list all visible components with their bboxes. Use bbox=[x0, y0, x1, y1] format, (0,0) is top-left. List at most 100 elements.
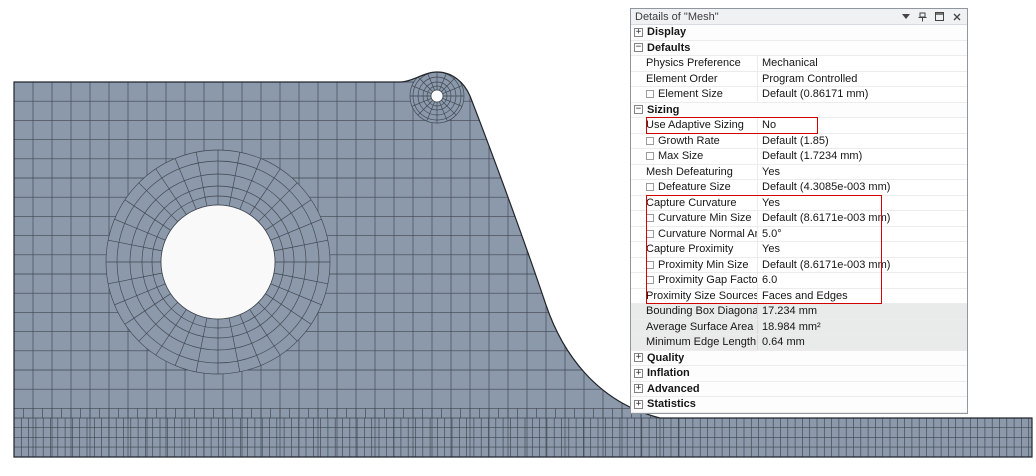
prop-label-text: Average Surface Area bbox=[646, 320, 754, 333]
prop-label-text: Element Order bbox=[646, 72, 718, 85]
section-quality[interactable]: + Quality bbox=[631, 350, 967, 366]
prop-capture-curvature[interactable]: Capture Curvature Yes bbox=[631, 195, 967, 211]
prop-minimum-edge-length[interactable]: Minimum Edge Length 0.64 mm bbox=[631, 335, 967, 351]
expand-icon[interactable]: + bbox=[634, 399, 643, 409]
section-label: Inflation bbox=[647, 367, 690, 380]
expand-icon[interactable]: + bbox=[634, 384, 643, 394]
section-label: Quality bbox=[647, 351, 685, 364]
details-panel: Details of "Mesh" + Display − Defaults P… bbox=[630, 8, 968, 414]
titlebar-icons bbox=[900, 11, 963, 22]
prop-label: Use Adaptive Sizing bbox=[646, 118, 757, 133]
prop-label: Max Size bbox=[646, 149, 757, 164]
prop-proximity-gap-factor[interactable]: Proximity Gap Factor 6.0 bbox=[631, 273, 967, 289]
prop-value[interactable]: Default (4.3085e-003 mm) bbox=[757, 180, 967, 195]
collapse-icon[interactable]: − bbox=[634, 105, 643, 115]
row-gutter bbox=[631, 196, 646, 211]
expand-icon[interactable]: + bbox=[634, 353, 643, 363]
prop-average-surface-area[interactable]: Average Surface Area 18.984 mm² bbox=[631, 319, 967, 335]
prop-curvature-normal-an[interactable]: Curvature Normal An...5.0° bbox=[631, 226, 967, 242]
float-panel-icon[interactable] bbox=[934, 11, 945, 22]
override-checkbox[interactable] bbox=[646, 229, 654, 238]
prop-max-size[interactable]: Max Size Default (1.7234 mm) bbox=[631, 149, 967, 165]
prop-value[interactable]: Yes bbox=[757, 164, 967, 179]
section-advanced[interactable]: + Advanced bbox=[631, 381, 967, 397]
prop-proximity-size-sources[interactable]: Proximity Size Sources Faces and Edges bbox=[631, 288, 967, 304]
prop-value[interactable]: Program Controlled bbox=[757, 71, 967, 86]
prop-label: Proximity Gap Factor bbox=[646, 273, 757, 288]
prop-label: Element Size bbox=[646, 87, 757, 102]
section-defaults[interactable]: − Defaults bbox=[631, 40, 967, 56]
details-rows: + Display − Defaults Physics Preference Mecha… bbox=[631, 25, 967, 413]
prop-proximity-min-size[interactable]: Proximity Min Size Default (8.6171e-003 m… bbox=[631, 257, 967, 273]
prop-growth-rate[interactable]: Growth Rate Default (1.85) bbox=[631, 133, 967, 149]
prop-value[interactable]: 5.0° bbox=[757, 226, 967, 241]
details-panel-titlebar[interactable]: Details of "Mesh" bbox=[631, 9, 967, 25]
prop-value[interactable]: Yes bbox=[757, 242, 967, 257]
row-gutter bbox=[631, 258, 646, 273]
section-label: Statistics bbox=[647, 398, 696, 411]
prop-label: Proximity Size Sources bbox=[646, 289, 757, 304]
prop-label: Bounding Box Diagonal bbox=[646, 304, 757, 319]
section-label: Advanced bbox=[647, 382, 700, 395]
prop-bounding-box-diagonal[interactable]: Bounding Box Diagonal 17.234 mm bbox=[631, 304, 967, 320]
section-inflation[interactable]: + Inflation bbox=[631, 366, 967, 382]
override-checkbox[interactable] bbox=[646, 214, 654, 223]
prop-label-text: Proximity Size Sources bbox=[646, 289, 757, 302]
prop-label: Curvature Normal An... bbox=[646, 227, 757, 242]
row-gutter bbox=[631, 72, 646, 87]
prop-value[interactable]: Default (0.86171 mm) bbox=[757, 87, 967, 102]
prop-label-text: Proximity Min Size bbox=[658, 258, 749, 271]
prop-capture-proximity[interactable]: Capture Proximity Yes bbox=[631, 242, 967, 258]
prop-curvature-min-size[interactable]: Curvature Min Size Default (8.6171e-003 m… bbox=[631, 211, 967, 227]
prop-label-text: Capture Curvature bbox=[646, 196, 737, 209]
prop-use-adaptive-sizing[interactable]: Use Adaptive Sizing No bbox=[631, 118, 967, 134]
row-gutter bbox=[631, 335, 646, 350]
row-gutter bbox=[631, 87, 646, 102]
override-checkbox[interactable] bbox=[646, 276, 654, 285]
prop-element-size[interactable]: Element Size Default (0.86171 mm) bbox=[631, 87, 967, 103]
override-checkbox[interactable] bbox=[646, 183, 654, 192]
prop-mesh-defeaturing[interactable]: Mesh Defeaturing Yes bbox=[631, 164, 967, 180]
section-statistics[interactable]: + Statistics bbox=[631, 397, 967, 413]
prop-value[interactable]: Yes bbox=[757, 195, 967, 210]
section-sizing[interactable]: − Sizing bbox=[631, 102, 967, 118]
close-icon[interactable] bbox=[951, 11, 962, 22]
panel-options-icon[interactable] bbox=[900, 11, 911, 22]
row-gutter bbox=[631, 180, 646, 195]
prop-defeature-size[interactable]: Defeature Size Default (4.3085e-003 mm) bbox=[631, 180, 967, 196]
prop-label-text: Physics Preference bbox=[646, 57, 741, 70]
prop-value[interactable]: No bbox=[757, 118, 967, 133]
expand-icon[interactable]: + bbox=[634, 368, 643, 378]
prop-physics-preference[interactable]: Physics Preference Mechanical bbox=[631, 56, 967, 72]
override-checkbox[interactable] bbox=[646, 90, 654, 99]
row-gutter bbox=[631, 304, 646, 319]
prop-label: Minimum Edge Length bbox=[646, 335, 757, 350]
auto-hide-pin-icon[interactable] bbox=[917, 11, 928, 22]
section-label: Defaults bbox=[647, 41, 691, 54]
override-checkbox[interactable] bbox=[646, 152, 654, 161]
prop-label-text: Mesh Defeaturing bbox=[646, 165, 733, 178]
section-display[interactable]: + Display bbox=[631, 25, 967, 41]
prop-label: Proximity Min Size bbox=[646, 258, 757, 273]
override-checkbox[interactable] bbox=[646, 260, 654, 269]
row-gutter bbox=[631, 242, 646, 257]
prop-value[interactable]: Default (1.7234 mm) bbox=[757, 149, 967, 164]
expand-icon[interactable]: + bbox=[634, 27, 643, 37]
override-checkbox[interactable] bbox=[646, 136, 654, 145]
collapse-icon[interactable]: − bbox=[634, 43, 643, 53]
prop-value[interactable]: Default (1.85) bbox=[757, 133, 967, 148]
row-gutter bbox=[631, 56, 646, 71]
prop-value[interactable]: 6.0 bbox=[757, 273, 967, 288]
row-gutter bbox=[631, 320, 646, 335]
row-gutter bbox=[631, 149, 646, 164]
prop-value[interactable]: Default (8.6171e-003 mm) bbox=[757, 211, 967, 226]
prop-label-text: Curvature Normal An... bbox=[658, 227, 757, 240]
prop-label: Mesh Defeaturing bbox=[646, 165, 757, 180]
prop-element-order[interactable]: Element Order Program Controlled bbox=[631, 71, 967, 87]
prop-label: Physics Preference bbox=[646, 56, 757, 71]
prop-label-text: Curvature Min Size bbox=[658, 212, 752, 225]
prop-value[interactable]: Mechanical bbox=[757, 56, 967, 71]
prop-value[interactable]: Default (8.6171e-003 mm) bbox=[757, 257, 967, 272]
prop-label: Capture Curvature bbox=[646, 196, 757, 211]
prop-value[interactable]: Faces and Edges bbox=[757, 288, 967, 303]
